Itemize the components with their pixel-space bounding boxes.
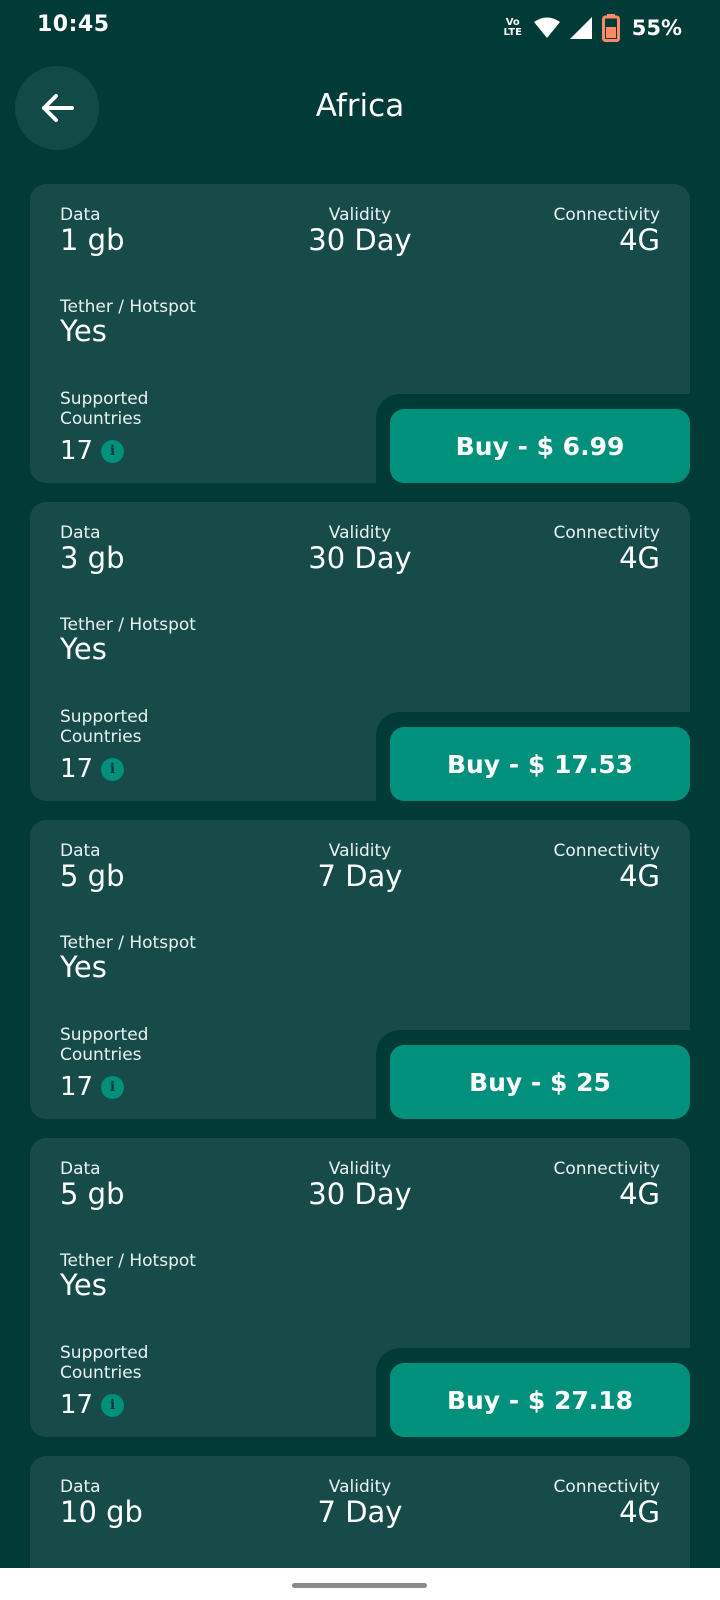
supported-countries-value: 17 i [60,434,125,468]
validity-value: 30 Day [308,541,412,575]
connectivity-value: 4G [619,223,660,257]
supported-countries-value: 17 i [60,1388,125,1422]
data-label: Data [60,1477,101,1497]
battery-icon [601,14,620,42]
data-value: 3 gb [60,541,125,575]
connectivity-value: 4G [619,541,660,575]
validity-value: 7 Day [317,859,403,893]
validity-label: Validity [328,205,392,225]
plan-card: Data 10 gb Validity 7 Day Connectivity 4… [30,1456,690,1576]
navigation-bar [0,1568,720,1600]
connectivity-value: 4G [619,1495,660,1529]
data-value: 10 gb [60,1495,143,1529]
status-time: 10:45 [37,12,110,37]
supported-countries-label: Supported Countries [60,707,149,747]
connectivity-label: Connectivity [553,205,660,225]
status-bar: 10:45 Vo LTE 55% [0,0,720,56]
connectivity-label: Connectivity [553,1477,660,1497]
signal-icon [569,17,592,39]
validity-label: Validity [328,1477,392,1497]
plan-card: Data 1 gb Validity 30 Day Connectivity 4… [30,184,690,483]
data-label: Data [60,205,101,225]
wifi-icon [533,17,560,38]
connectivity-label: Connectivity [553,841,660,861]
volte-icon: Vo LTE [503,17,522,38]
supported-countries-label: Supported Countries [60,1025,149,1065]
countries-count: 17 [60,754,94,784]
tether-value: Yes [60,950,107,984]
info-icon[interactable]: i [101,1393,125,1417]
connectivity-value: 4G [619,1177,660,1211]
buy-button[interactable]: Buy - $ 6.99 [390,409,690,483]
buy-button[interactable]: Buy - $ 27.18 [390,1363,690,1437]
app-header: Africa [0,56,720,166]
data-value: 5 gb [60,1177,125,1211]
data-label: Data [60,523,101,543]
data-value: 1 gb [60,223,125,257]
connectivity-label: Connectivity [553,1159,660,1179]
data-label: Data [60,1159,101,1179]
connectivity-value: 4G [619,859,660,893]
info-icon[interactable]: i [101,757,125,781]
status-icons: Vo LTE 55% [502,13,682,43]
connectivity-label: Connectivity [553,523,660,543]
countries-count: 17 [60,436,94,466]
validity-value: 30 Day [308,223,412,257]
gesture-handle[interactable] [292,1583,427,1588]
buy-button[interactable]: Buy - $ 17.53 [390,727,690,801]
validity-label: Validity [328,1159,392,1179]
supported-countries-value: 17 i [60,752,125,786]
plans-list: Data 1 gb Validity 30 Day Connectivity 4… [30,184,690,1576]
validity-label: Validity [328,841,392,861]
battery-percent: 55% [631,16,682,40]
tether-value: Yes [60,1268,107,1302]
countries-count: 17 [60,1390,94,1420]
tether-value: Yes [60,314,107,348]
data-label: Data [60,841,101,861]
validity-value: 7 Day [317,1495,403,1529]
plan-card: Data 3 gb Validity 30 Day Connectivity 4… [30,502,690,801]
tether-value: Yes [60,632,107,666]
supported-countries-label: Supported Countries [60,1343,149,1383]
plan-card: Data 5 gb Validity 7 Day Connectivity 4G… [30,820,690,1119]
validity-value: 30 Day [308,1177,412,1211]
plan-card: Data 5 gb Validity 30 Day Connectivity 4… [30,1138,690,1437]
countries-count: 17 [60,1072,94,1102]
page-title: Africa [315,88,405,124]
data-value: 5 gb [60,859,125,893]
buy-button[interactable]: Buy - $ 25 [390,1045,690,1119]
info-icon[interactable]: i [101,439,125,463]
supported-countries-label: Supported Countries [60,389,149,429]
supported-countries-value: 17 i [60,1070,125,1104]
info-icon[interactable]: i [101,1075,125,1099]
validity-label: Validity [328,523,392,543]
